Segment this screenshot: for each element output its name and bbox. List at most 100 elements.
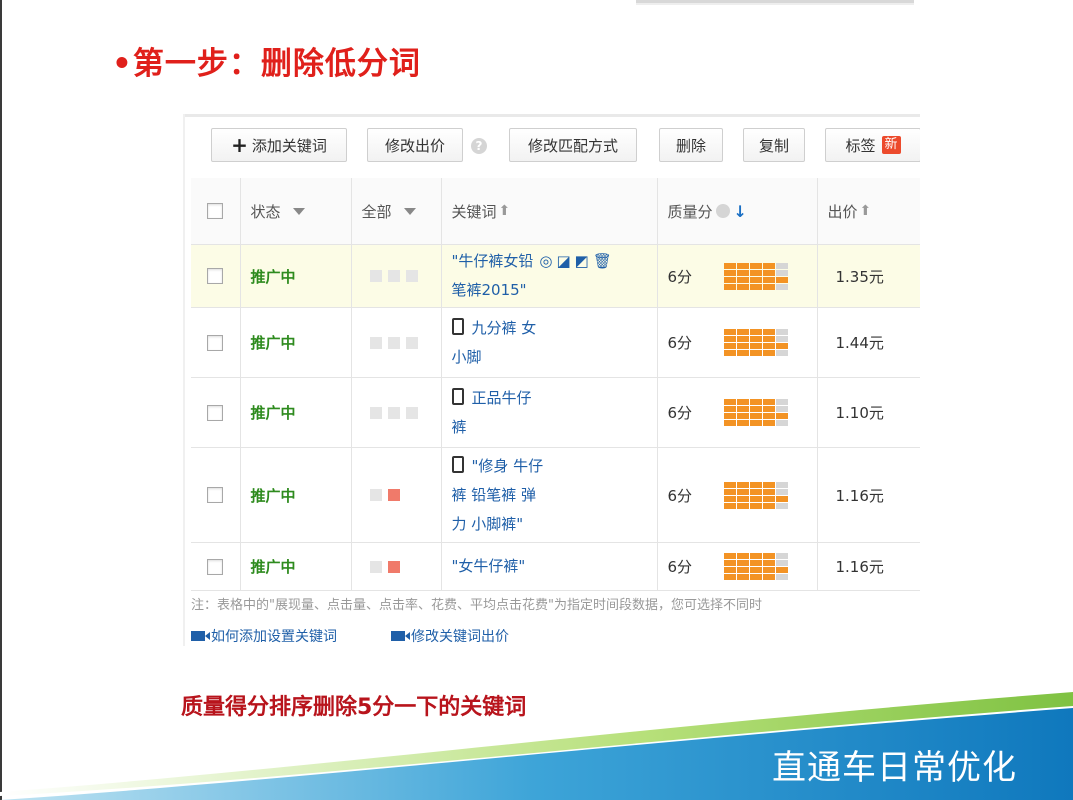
keyword-line: 力 小脚裤" (452, 510, 657, 539)
quality-bar-cell (763, 413, 776, 419)
row-checkbox[interactable] (207, 404, 223, 421)
device-squares (352, 270, 441, 282)
quality-bar-cell (750, 399, 763, 405)
mobile-icon (451, 317, 464, 335)
quality-bar-cell (724, 336, 737, 342)
row-checkbox[interactable] (207, 268, 223, 284)
quality-bar-cell (763, 269, 776, 276)
quality-bar-cell (776, 399, 789, 405)
bid-price[interactable]: 1.44元 (818, 332, 920, 353)
device-square (387, 336, 400, 349)
new-badge: 新 (881, 136, 901, 154)
quality-bar-cell (776, 553, 789, 559)
quality-bar-cell (737, 574, 750, 580)
row-checkbox-cell (191, 447, 241, 543)
table-note: 注：表格中的"展现量、点击量、点击率、花费、平均点击花费"为指定时间段数据，您可… (191, 598, 762, 613)
quality-bar-cell (763, 343, 776, 349)
keyword-line: "女牛仔裤" (452, 552, 657, 581)
help-icon[interactable] (715, 204, 730, 218)
sort-down-icon[interactable]: ↓ (734, 202, 747, 221)
bid-header[interactable]: 出价 ⬆ (817, 178, 920, 245)
all-header[interactable]: 全部 (351, 178, 442, 245)
quality-bar-cell (750, 502, 763, 509)
table-row[interactable]: 推广中 "牛仔裤女铅 ◎◪◩🗑 笔裤2015" 6分 1.35元 (191, 244, 920, 308)
bid-price[interactable]: 1.10元 (818, 402, 920, 423)
quality-bar-cell (776, 343, 789, 349)
quality-bar-cell (763, 502, 776, 509)
quality-bar (724, 481, 789, 509)
modify-bid-label: 修改出价 (384, 136, 445, 155)
row-checkbox[interactable] (207, 558, 223, 575)
quality-bar-cell (737, 276, 750, 283)
chevron-down-icon[interactable] (292, 207, 305, 215)
bid-price[interactable]: 1.16元 (818, 485, 920, 506)
keyword-link[interactable]: "女牛仔裤" (442, 550, 657, 583)
table-row[interactable]: 推广中 九分裤 女小脚 6分 1.44元 (191, 307, 920, 378)
keyword-text: 正品牛仔 (471, 388, 532, 407)
how-add-link[interactable]: 如何添加设置关键词 (191, 626, 337, 646)
sort-up-icon[interactable]: ⬆ (499, 203, 511, 219)
quality-bar-cell (724, 502, 737, 509)
table-row[interactable]: 推广中 "女牛仔裤" 6分 1.16元 (191, 542, 920, 591)
keyword-cell: 正品牛仔裤 (441, 377, 658, 448)
keyword-link[interactable]: "牛仔裤女铅 ◎◪◩🗑 笔裤2015" (442, 245, 657, 307)
quality-bar-cell (750, 283, 763, 290)
quality-header[interactable]: 质量分 ↓ (657, 178, 818, 245)
delete-button[interactable]: 删除 (659, 128, 723, 162)
modify-bid-link[interactable]: 修改关键词出价 (391, 626, 509, 646)
quality-bar-cell (763, 399, 776, 405)
help-icon[interactable]: ? (471, 138, 487, 154)
bid-cell: 1.16元 (817, 542, 920, 591)
row-action-icons[interactable]: ◎◪◩🗑 (539, 247, 615, 276)
modify-bid-button[interactable]: 修改出价 (367, 128, 463, 162)
keyword-link[interactable]: "修身 牛仔裤 铅笔裤 弹力 小脚裤" (442, 450, 657, 541)
quality-bar-cell (776, 350, 789, 356)
keyword-header[interactable]: 关键词 ⬆ (441, 178, 658, 245)
keyword-text: 小脚 (451, 347, 482, 366)
quality-bar-cell (724, 488, 737, 495)
row-checkbox[interactable] (207, 334, 223, 351)
quality-score: 6分 (667, 558, 693, 576)
quality-bar-cell (737, 413, 750, 419)
keyword-link[interactable]: 九分裤 女小脚 (442, 312, 657, 374)
keyword-cell: "牛仔裤女铅 ◎◪◩🗑 笔裤2015" (441, 244, 658, 308)
quality-bar-cell (776, 567, 789, 573)
keyword-line: "牛仔裤女铅 ◎◪◩🗑 (452, 247, 657, 276)
quality-bar-cell (724, 574, 737, 580)
row-checkbox[interactable] (207, 487, 223, 503)
quality-bar-cell (763, 283, 776, 290)
top-decor-shadow (636, 3, 914, 5)
quality-bar-cell (750, 336, 763, 342)
chevron-down-icon[interactable] (403, 207, 416, 215)
quality-bar-cell (737, 343, 750, 349)
table-row[interactable]: 推广中 正品牛仔裤 6分 1.10元 (191, 377, 920, 448)
sort-up-icon[interactable]: ⬆ (860, 203, 872, 219)
status-cell: 推广中 (240, 307, 352, 378)
keyword-text: 九分裤 女 (471, 318, 537, 337)
add-keyword-button[interactable]: + 添加关键词 (211, 128, 347, 162)
all-header-label: 全部 (361, 202, 392, 221)
modify-match-button[interactable]: 修改匹配方式 (509, 128, 637, 162)
quality-bar-cell (763, 276, 776, 283)
keyword-link[interactable]: 正品牛仔裤 (442, 382, 657, 444)
quality-bar (724, 553, 789, 580)
copy-button[interactable]: 复制 (743, 128, 805, 162)
quality-bar-cell (724, 262, 737, 269)
quality-bar-cell (737, 502, 750, 509)
tag-button[interactable]: 标签 新 (825, 128, 920, 162)
quality-bar-cell (776, 329, 789, 335)
quality-bar-cell (750, 420, 763, 426)
quality-bar-cell (763, 488, 776, 495)
quality-bar-cell (776, 488, 789, 495)
status-header[interactable]: 状态 (240, 178, 352, 245)
quality-bar-cell (776, 269, 789, 276)
quality-bar-cell (724, 567, 737, 573)
quality-bar-cell (724, 495, 737, 502)
bid-price[interactable]: 1.16元 (818, 556, 920, 577)
quality-wrap: 6分 (658, 481, 817, 509)
table-row[interactable]: 推广中 "修身 牛仔裤 铅笔裤 弹力 小脚裤" 6分 1.16元 (191, 447, 920, 543)
bid-price[interactable]: 1.35元 (818, 266, 920, 287)
select-all-checkbox[interactable] (207, 203, 223, 219)
panel-left-line (183, 114, 185, 646)
quality-cell: 6分 (657, 244, 818, 308)
